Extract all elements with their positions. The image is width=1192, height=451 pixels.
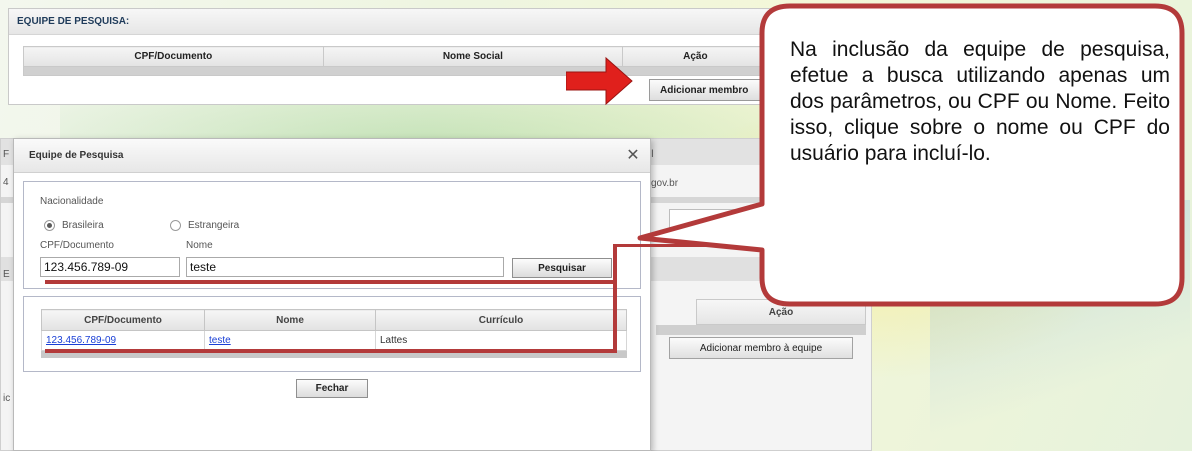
callout-text: Na inclusão da equipe de pesquisa, efetu… [790,38,1170,165]
